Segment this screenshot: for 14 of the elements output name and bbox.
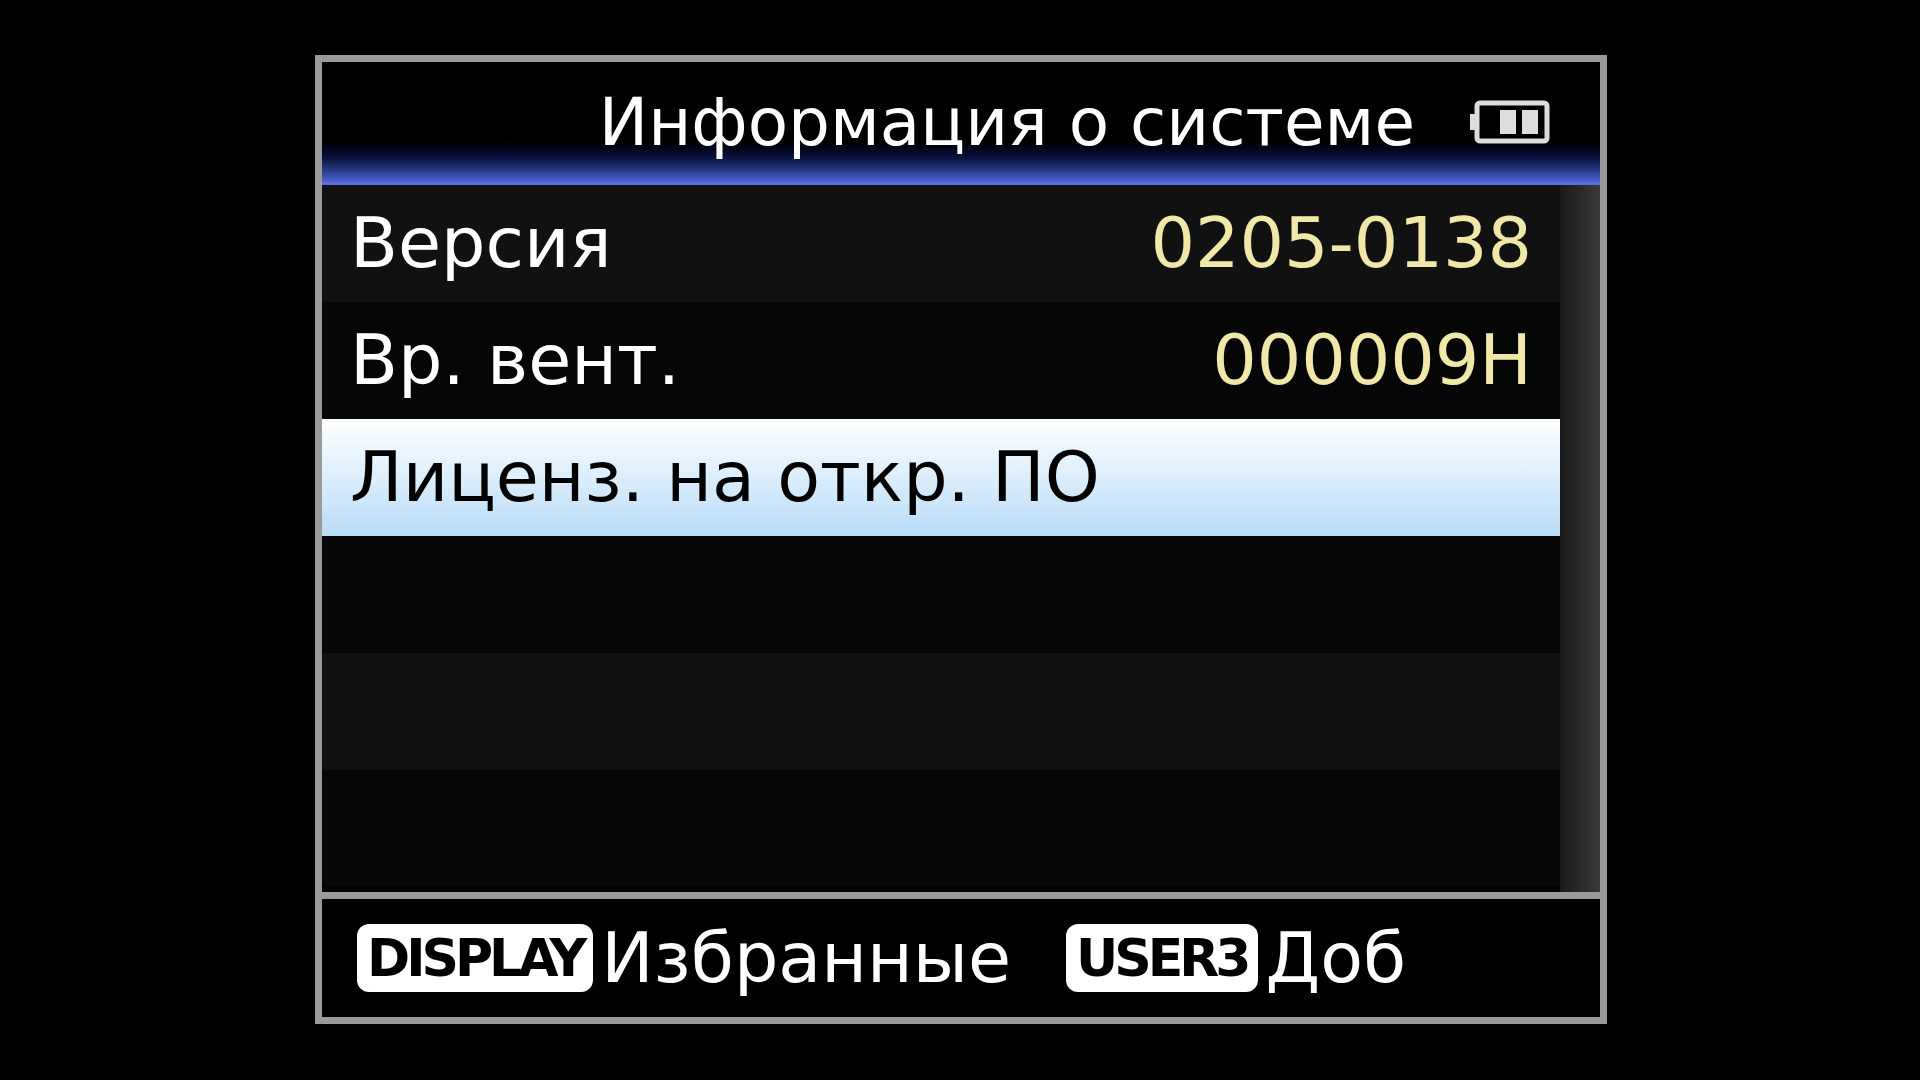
row-label: Лиценз. на откр. ПО — [350, 435, 1100, 520]
key-label: USER3 — [1066, 924, 1258, 992]
footer-action: Избранные — [601, 915, 1012, 1001]
row-label: Вр. вент. — [350, 318, 681, 403]
menu-row[interactable]: Вр. вент. 000009H — [322, 302, 1560, 419]
window-title: Информация о системе — [598, 82, 1415, 163]
row-value: 000009H — [1212, 318, 1532, 403]
row-label: Версия — [350, 201, 612, 286]
menu-row[interactable]: Лиценз. на откр. ПО — [322, 419, 1560, 536]
footer-action: Доб — [1265, 915, 1407, 1001]
key-label: DISPLAY — [357, 924, 594, 992]
row-value: 0205-0138 — [1150, 201, 1532, 286]
menu-row[interactable]: Версия 0205-0138 — [322, 185, 1560, 302]
battery-icon — [1470, 100, 1550, 144]
